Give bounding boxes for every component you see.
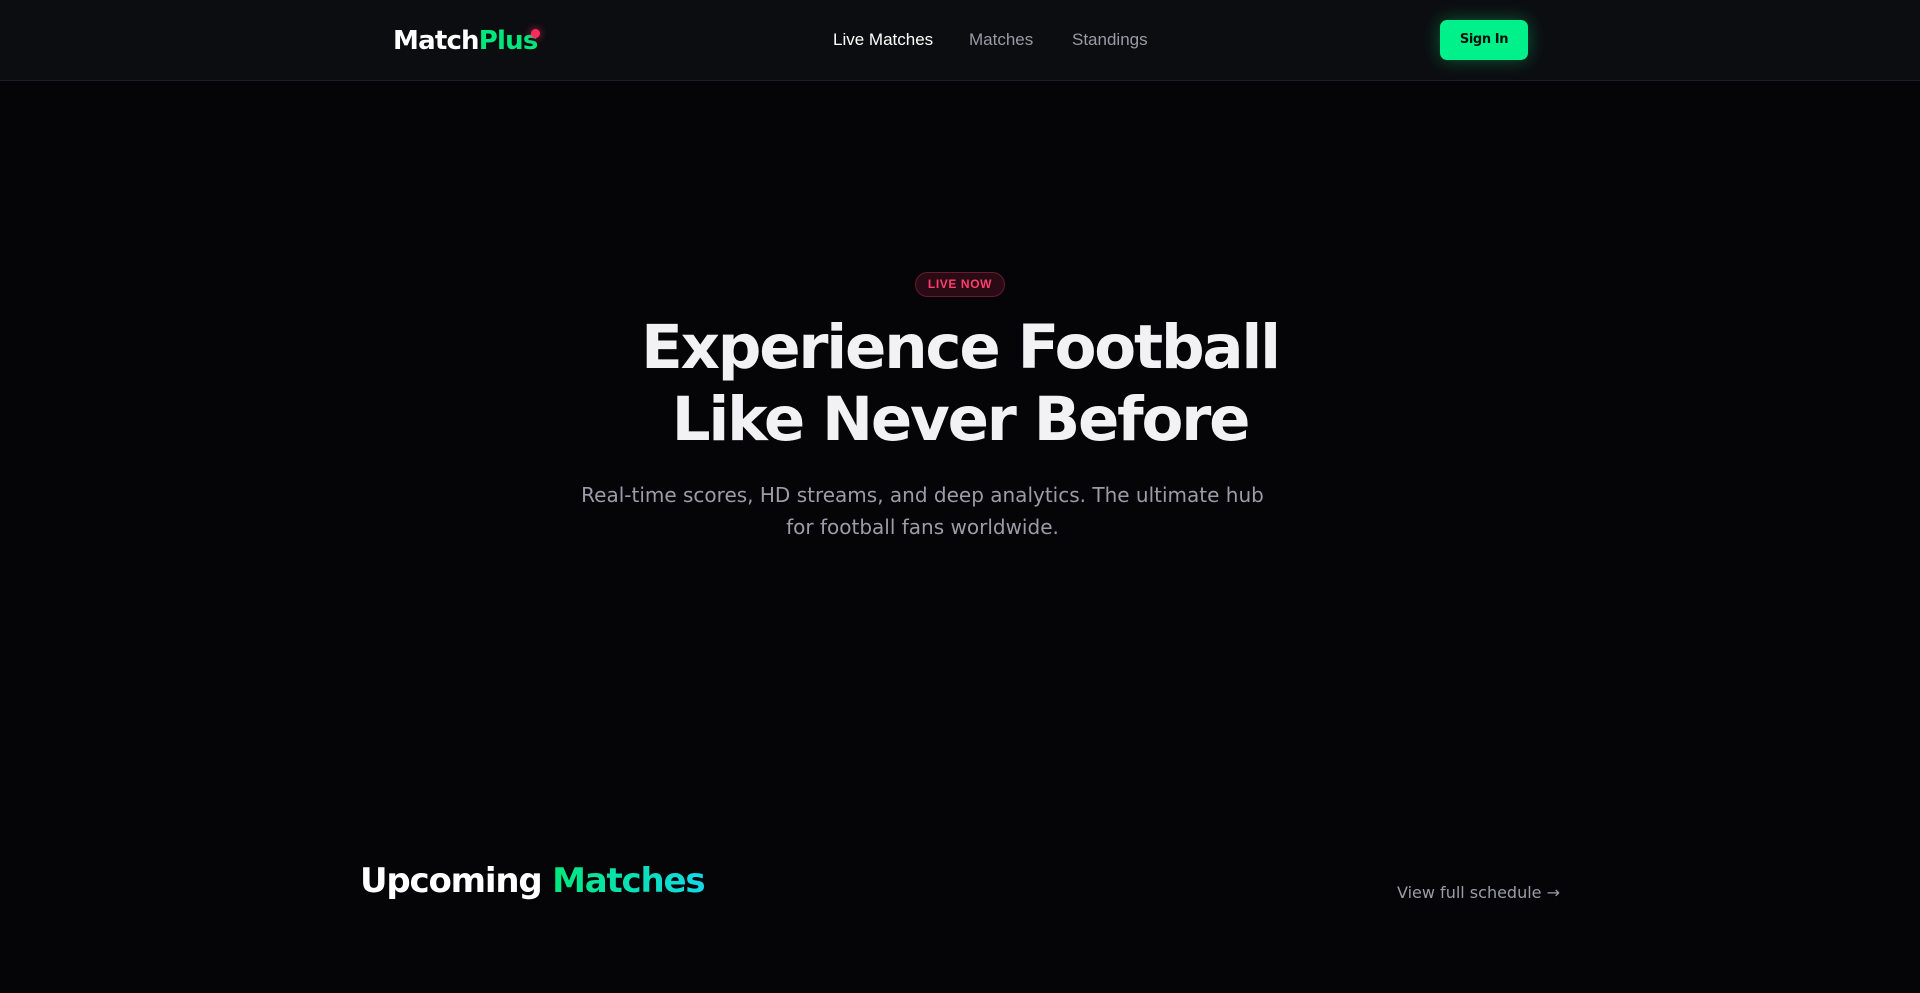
sign-in-button[interactable]: Sign In	[1440, 20, 1528, 60]
nav-standings[interactable]: Standings	[1072, 26, 1148, 54]
section-title-accent: Matches	[552, 861, 705, 901]
hero-title: Experience Football Like Never Before	[560, 312, 1360, 456]
logo-text-primary: Match	[393, 26, 480, 56]
logo-text-accent: Plus	[478, 26, 539, 56]
view-full-schedule-link[interactable]: View full schedule →	[1397, 880, 1560, 906]
hero-title-line-2: Like Never Before	[671, 384, 1251, 455]
top-navbar: MatchPlus Live Matches Matches Standings…	[0, 0, 1920, 81]
nav-matches[interactable]: Matches	[969, 26, 1033, 54]
live-now-badge: LIVE NOW	[915, 272, 1005, 297]
hero-subtitle-line-2: for football fans worldwide.	[786, 515, 1059, 539]
upcoming-matches-heading: Upcoming Matches	[360, 858, 706, 904]
brand-logo[interactable]: MatchPlus	[393, 24, 538, 58]
hero-subtitle: Real-time scores, HD streams, and deep a…	[560, 479, 1285, 543]
hero-title-line-1: Experience Football	[641, 312, 1281, 383]
section-title-primary: Upcoming	[360, 861, 543, 901]
nav-live-matches[interactable]: Live Matches	[833, 26, 933, 54]
live-indicator-dot-icon	[531, 29, 540, 38]
hero-subtitle-line-1: Real-time scores, HD streams, and deep a…	[581, 483, 1264, 507]
